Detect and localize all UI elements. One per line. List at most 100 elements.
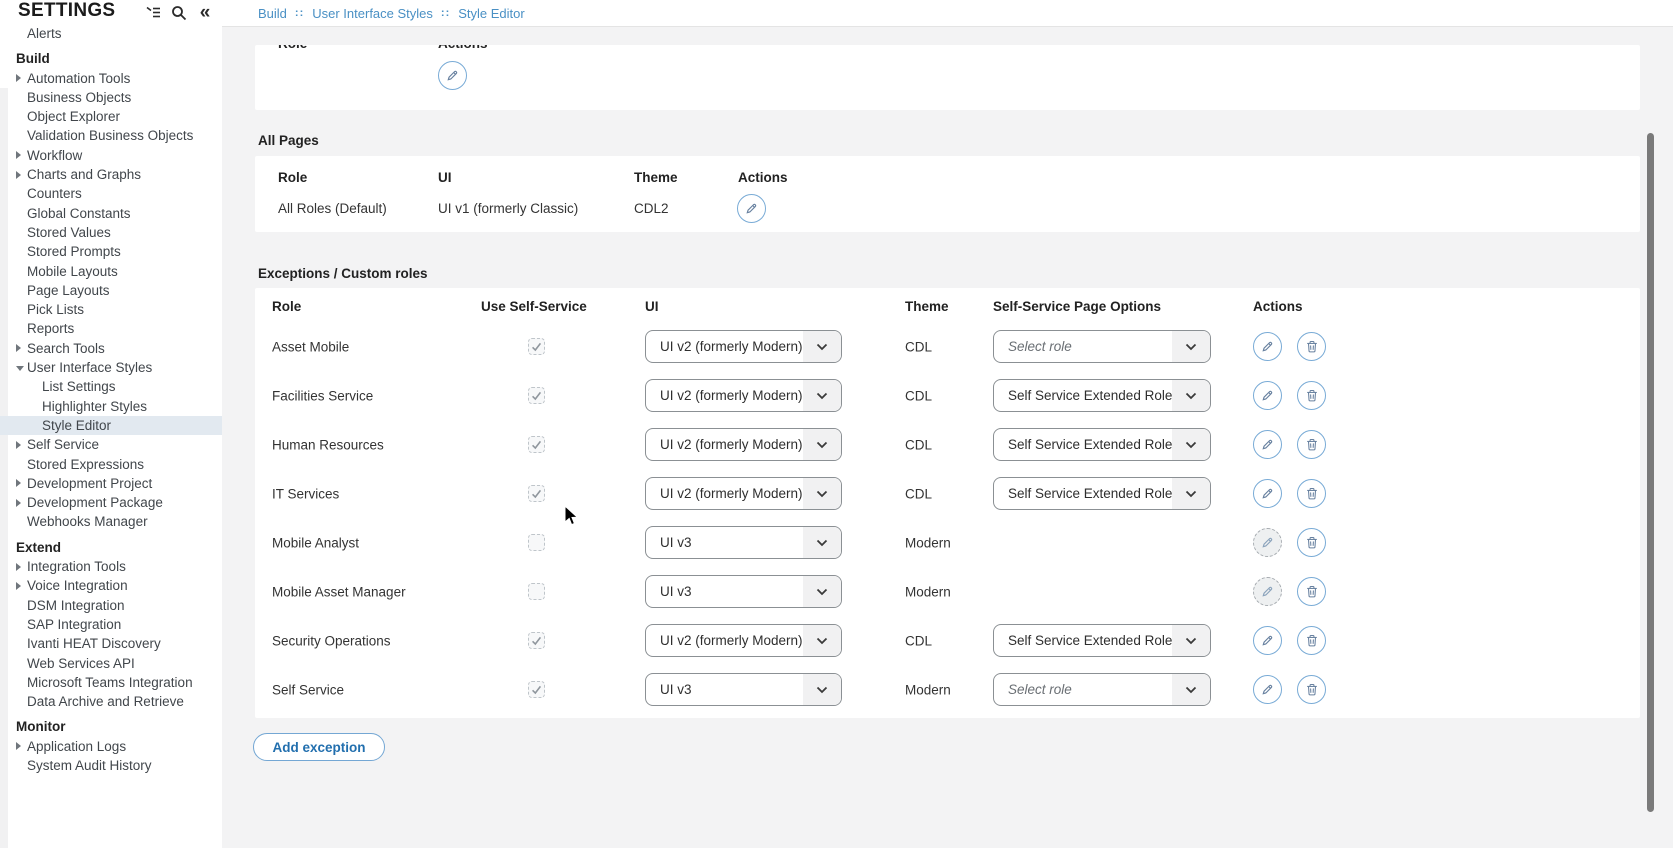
- sidebar-item-dsm-integration[interactable]: DSM Integration: [0, 596, 222, 615]
- edit-button[interactable]: [1253, 675, 1282, 704]
- sidebar-item-object-explorer[interactable]: Object Explorer: [0, 107, 222, 126]
- page-options-select[interactable]: Self Service Extended Role: [993, 477, 1211, 510]
- sidebar-item-global-constants[interactable]: Global Constants: [0, 204, 222, 223]
- sidebar-item-label: Voice Integration: [27, 576, 128, 595]
- trash-icon: [1305, 584, 1319, 599]
- page-options-select[interactable]: Self Service Extended Role: [993, 379, 1211, 412]
- tree-filter-icon[interactable]: [144, 4, 162, 22]
- delete-button[interactable]: [1297, 479, 1326, 508]
- sidebar-item-pick-lists[interactable]: Pick Lists: [0, 300, 222, 319]
- sidebar-item-list-settings[interactable]: List Settings: [0, 377, 222, 396]
- chevron-down-icon: [803, 380, 841, 411]
- use-self-service-checkbox[interactable]: [528, 583, 545, 600]
- column-header-role: Role: [272, 299, 301, 314]
- page-options-select[interactable]: Self Service Extended Role: [993, 624, 1211, 657]
- collapse-sidebar-icon[interactable]: «: [196, 4, 214, 22]
- checkmark-icon: [531, 635, 542, 646]
- sidebar-item-web-services-api[interactable]: Web Services API: [0, 654, 222, 673]
- edit-button[interactable]: [1253, 430, 1282, 459]
- add-exception-button[interactable]: Add exception: [253, 733, 385, 761]
- sidebar-item-stored-prompts[interactable]: Stored Prompts: [0, 242, 222, 261]
- breadcrumb: Build::User Interface Styles::Style Edit…: [222, 0, 1673, 27]
- delete-button[interactable]: [1297, 430, 1326, 459]
- trash-icon: [1305, 535, 1319, 550]
- breadcrumb-item[interactable]: User Interface Styles: [312, 6, 433, 21]
- scrollbar-thumb[interactable]: [1647, 133, 1654, 812]
- chevron-right-icon: [16, 563, 21, 571]
- sidebar-item-search-tools[interactable]: Search Tools: [0, 339, 222, 358]
- sidebar-item-mobile-layouts[interactable]: Mobile Layouts: [0, 262, 222, 281]
- sidebar-item-sap-integration[interactable]: SAP Integration: [0, 615, 222, 634]
- use-self-service-checkbox[interactable]: [528, 632, 545, 649]
- sidebar-item-label: Ivanti HEAT Discovery: [27, 634, 161, 653]
- use-self-service-checkbox[interactable]: [528, 485, 545, 502]
- page-options-select[interactable]: Select role: [993, 673, 1211, 706]
- edit-button[interactable]: [1253, 381, 1282, 410]
- ui-select[interactable]: UI v3: [645, 575, 842, 608]
- ui-select[interactable]: UI v2 (formerly Modern): [645, 477, 842, 510]
- edit-button[interactable]: [737, 194, 766, 223]
- sidebar-item-business-objects[interactable]: Business Objects: [0, 88, 222, 107]
- page-title: SETTINGS: [18, 0, 115, 22]
- sidebar-item-ivanti-heat-discovery[interactable]: Ivanti HEAT Discovery: [0, 634, 222, 653]
- delete-button[interactable]: [1297, 528, 1326, 557]
- edit-button[interactable]: [438, 61, 467, 90]
- use-self-service-checkbox[interactable]: [528, 338, 545, 355]
- sidebar-item-style-editor[interactable]: Style Editor: [0, 416, 222, 435]
- ui-select[interactable]: UI v3: [645, 673, 842, 706]
- sidebar-item-automation-tools[interactable]: Automation Tools: [0, 69, 222, 88]
- sidebar-item-application-logs[interactable]: Application Logs: [0, 737, 222, 756]
- edit-button[interactable]: [1253, 332, 1282, 361]
- sidebar-item-stored-expressions[interactable]: Stored Expressions: [0, 455, 222, 474]
- search-icon[interactable]: [170, 4, 188, 22]
- exception-row: Mobile Asset Manager UI v3 Modern: [255, 567, 1640, 616]
- sidebar-item-label: Object Explorer: [27, 107, 120, 126]
- use-self-service-checkbox[interactable]: [528, 534, 545, 551]
- sidebar-item-charts-and-graphs[interactable]: Charts and Graphs: [0, 165, 222, 184]
- exceptions-card: Role Use Self-Service UI Theme Self-Serv…: [255, 288, 1640, 718]
- sidebar-item-validation-business-objects[interactable]: Validation Business Objects: [0, 126, 222, 145]
- sidebar-item-label: List Settings: [42, 377, 116, 396]
- ui-select[interactable]: UI v3: [645, 526, 842, 559]
- sidebar-item-highlighter-styles[interactable]: Highlighter Styles: [0, 397, 222, 416]
- sidebar-item-development-project[interactable]: Development Project: [0, 474, 222, 493]
- edit-button[interactable]: [1253, 479, 1282, 508]
- sidebar-item-system-audit-history[interactable]: System Audit History: [0, 756, 222, 775]
- sidebar-item-webhooks-manager[interactable]: Webhooks Manager: [0, 512, 222, 531]
- delete-button[interactable]: [1297, 577, 1326, 606]
- edit-button[interactable]: [1253, 626, 1282, 655]
- sidebar-item-counters[interactable]: Counters: [0, 184, 222, 203]
- delete-button[interactable]: [1297, 675, 1326, 704]
- ui-select[interactable]: UI v2 (formerly Modern): [645, 330, 842, 363]
- breadcrumb-item[interactable]: Style Editor: [458, 6, 524, 21]
- sidebar-item-page-layouts[interactable]: Page Layouts: [0, 281, 222, 300]
- sidebar-item-voice-integration[interactable]: Voice Integration: [0, 576, 222, 595]
- sidebar-item-user-interface-styles[interactable]: User Interface Styles: [0, 358, 222, 377]
- ui-select[interactable]: UI v2 (formerly Modern): [645, 624, 842, 657]
- sidebar-item-development-package[interactable]: Development Package: [0, 493, 222, 512]
- column-header-actions: Actions: [738, 170, 788, 185]
- sidebar-item-microsoft-teams-integration[interactable]: Microsoft Teams Integration: [0, 673, 222, 692]
- sidebar-item-self-service[interactable]: Self Service: [0, 435, 222, 454]
- sidebar-item-integration-tools[interactable]: Integration Tools: [0, 557, 222, 576]
- sidebar-item-alerts[interactable]: Alerts: [0, 24, 222, 43]
- sidebar-item-reports[interactable]: Reports: [0, 319, 222, 338]
- use-self-service-checkbox[interactable]: [528, 436, 545, 453]
- use-self-service-checkbox[interactable]: [528, 681, 545, 698]
- delete-button[interactable]: [1297, 381, 1326, 410]
- sidebar-item-stored-values[interactable]: Stored Values: [0, 223, 222, 242]
- page-options-select[interactable]: Self Service Extended Role: [993, 428, 1211, 461]
- sidebar-item-data-archive-and-retrieve[interactable]: Data Archive and Retrieve: [0, 692, 222, 711]
- theme-cell: Modern: [905, 535, 951, 550]
- breadcrumb-item[interactable]: Build: [258, 6, 287, 21]
- ui-select[interactable]: UI v2 (formerly Modern): [645, 428, 842, 461]
- delete-button[interactable]: [1297, 626, 1326, 655]
- page-options-select[interactable]: Select role: [993, 330, 1211, 363]
- ui-select[interactable]: UI v2 (formerly Modern): [645, 379, 842, 412]
- delete-button[interactable]: [1297, 332, 1326, 361]
- page-options-value: Self Service Extended Role: [994, 388, 1172, 403]
- theme-cell: CDL: [905, 633, 932, 648]
- use-self-service-checkbox[interactable]: [528, 387, 545, 404]
- chevron-down-icon: [803, 478, 841, 509]
- sidebar-item-workflow[interactable]: Workflow: [0, 146, 222, 165]
